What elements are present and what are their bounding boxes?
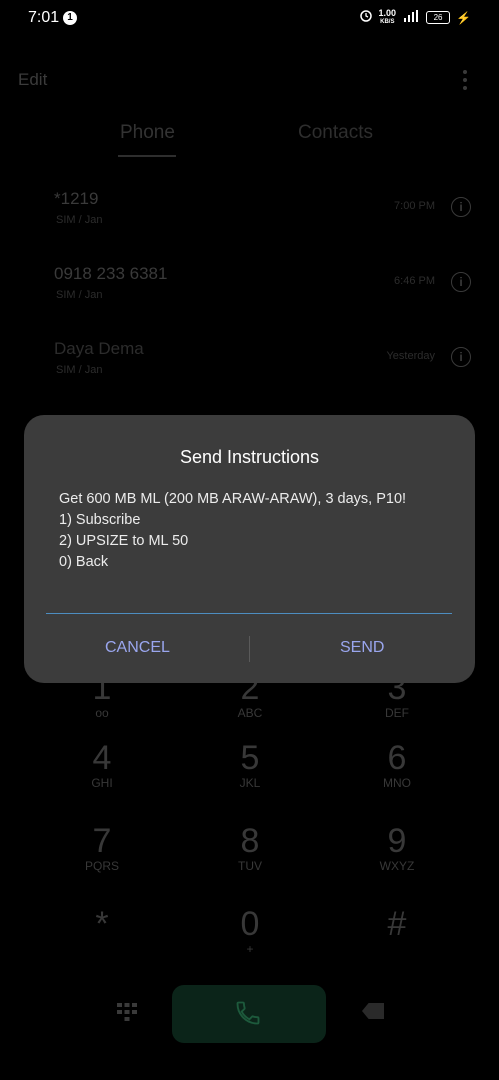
key-9[interactable]: 9 WXYZ (337, 823, 457, 873)
battery-icon: 26 (426, 11, 451, 24)
edit-button[interactable]: Edit (18, 70, 47, 90)
call-log-row[interactable]: 0918 233 6381 SIM / Jan 6:46 PM i (0, 255, 499, 325)
tab-indicator (118, 155, 176, 157)
key-5[interactable]: 5 JKL (190, 740, 310, 790)
status-bar: 7:01 1 1.00 KB/S 26 ⚡ (0, 0, 499, 36)
info-icon[interactable]: i (451, 347, 471, 367)
dialog-message: Get 600 MB ML (200 MB ARAW-ARAW), 3 days… (59, 489, 454, 573)
cancel-button[interactable]: CANCEL (105, 639, 170, 657)
status-time: 7:01 (28, 9, 60, 26)
key-0[interactable]: 0 + (190, 906, 310, 956)
bottom-bar (0, 985, 499, 1045)
key-star[interactable]: * (42, 906, 162, 942)
reply-input[interactable] (46, 613, 452, 614)
notification-badge: 1 (63, 11, 77, 25)
tab-contacts[interactable]: Contacts (298, 122, 373, 144)
call-number: 0918 233 6381 (54, 264, 168, 283)
key-8[interactable]: 8 TUV (190, 823, 310, 873)
key-hash[interactable]: # (337, 906, 457, 942)
button-divider (249, 636, 250, 662)
dialog-line: 1) Subscribe (59, 512, 141, 528)
net-speed: 1.00 KB/S (378, 7, 397, 25)
call-time: Yesterday (386, 350, 435, 362)
dialog-line: Get 600 MB ML (200 MB ARAW-ARAW), 3 days… (59, 491, 407, 507)
call-time: 7:00 PM (394, 200, 435, 212)
phone-icon (234, 999, 262, 1034)
dialog-line: 2) UPSIZE to ML 50 (59, 533, 189, 549)
send-button[interactable]: SEND (340, 639, 384, 657)
ussd-dialog: Send Instructions Get 600 MB ML (200 MB … (24, 415, 475, 683)
call-time: 6:46 PM (394, 275, 435, 287)
status-icons: 1.00 KB/S 26 ⚡ (359, 8, 471, 27)
call-sub: SIM / Jan (56, 289, 103, 301)
info-icon[interactable]: i (451, 197, 471, 217)
info-icon[interactable]: i (451, 272, 471, 292)
alarm-icon (359, 8, 373, 27)
call-number: Daya Dema (54, 339, 144, 358)
backspace-icon[interactable] (362, 1003, 384, 1019)
dialpad-icon[interactable] (116, 1001, 138, 1029)
kebab-menu-icon[interactable] (463, 70, 467, 94)
call-log-row[interactable]: Daya Dema SIM / Jan Yesterday i (0, 330, 499, 400)
call-sub: SIM / Jan (56, 364, 103, 376)
call-log-row[interactable]: *1219 SIM / Jan 7:00 PM i (0, 180, 499, 250)
dialog-title: Send Instructions (179, 447, 320, 467)
call-number: *1219 (54, 189, 99, 208)
call-sub: SIM / Jan (56, 214, 103, 226)
charging-icon: ⚡ (456, 10, 471, 25)
tab-phone[interactable]: Phone (120, 122, 175, 144)
key-7[interactable]: 7 PQRS (42, 823, 162, 873)
key-4[interactable]: 4 GHI (42, 740, 162, 790)
key-6[interactable]: 6 MNO (337, 740, 457, 790)
call-button[interactable] (172, 985, 326, 1043)
dialog-line: 0) Back (59, 554, 109, 570)
signal-icon (402, 9, 420, 27)
